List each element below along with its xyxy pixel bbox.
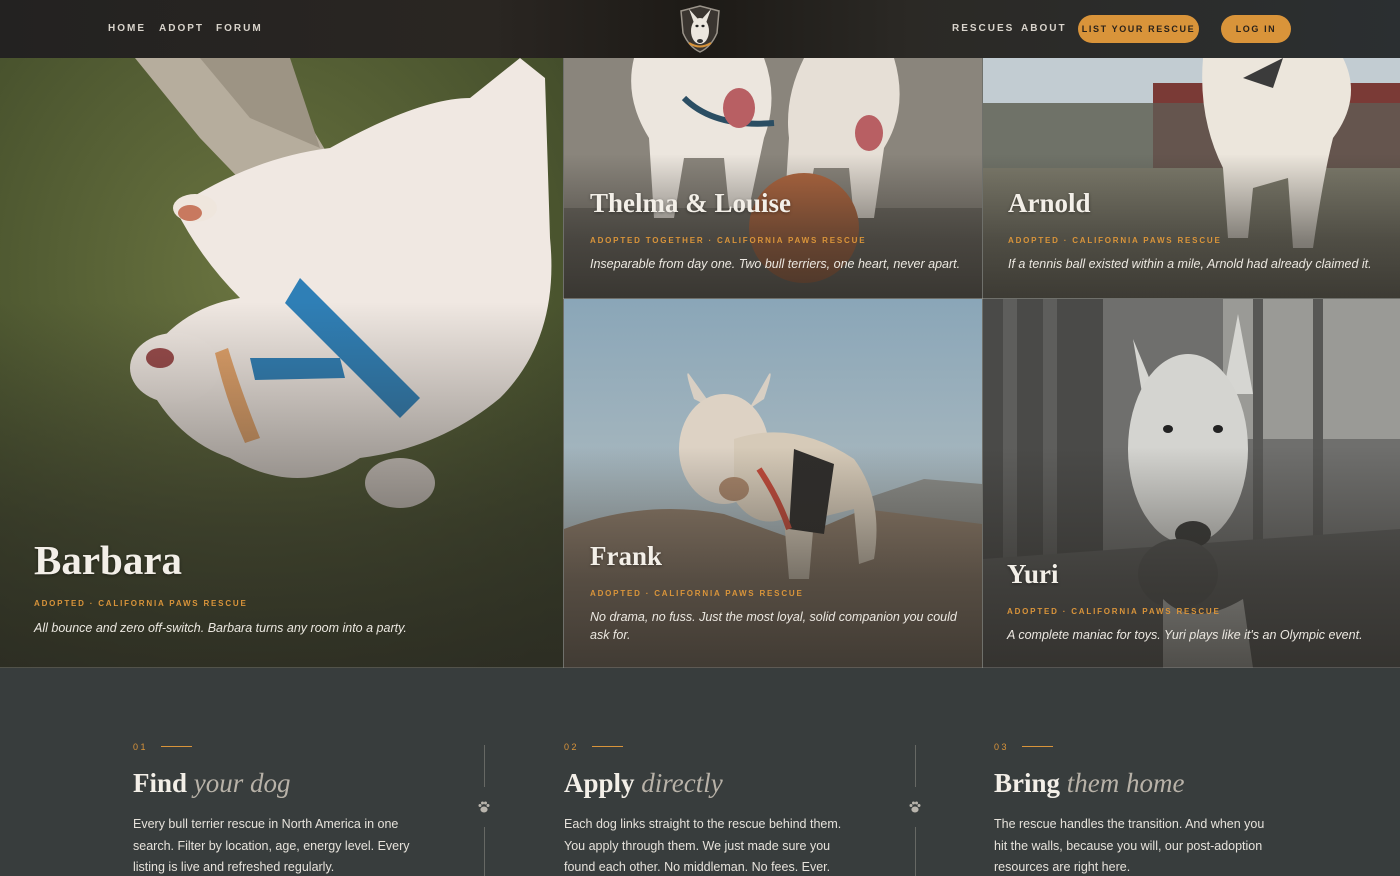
step-separator [478, 745, 490, 876]
adoption-tag: ADOPTED · CALIFORNIA PAWS RESCUE [34, 599, 248, 608]
dog-card-arnold[interactable]: Arnold ADOPTED · CALIFORNIA PAWS RESCUE … [983, 58, 1400, 298]
dog-name: Arnold [1008, 188, 1091, 218]
dog-name: Thelma & Louise [590, 188, 792, 218]
dog-card-thelma-louise[interactable]: Thelma & Louise ADOPTED TOGETHER · CALIF… [564, 58, 982, 298]
dog-description: All bounce and zero off-switch. Barbara … [34, 621, 407, 635]
step-rule [161, 746, 192, 747]
step-text: Every bull terrier rescue in North Ameri… [133, 817, 410, 874]
nav-rescues-link[interactable]: RESCUES [952, 23, 1014, 34]
adoption-tag: ADOPTED · CALIFORNIA PAWS RESCUE [1008, 236, 1222, 245]
dog-description: No drama, no fuss. Just the most loyal, … [590, 610, 957, 642]
nav-home-link[interactable]: HOME [108, 23, 146, 34]
step-text: Each dog links straight to the rescue be… [564, 817, 842, 874]
top-nav: HOME ADOPT FORUM RESCUES ABOUT LIST YOUR… [0, 0, 1400, 58]
paw-icon [909, 801, 921, 813]
step-rule [1022, 746, 1053, 747]
adoption-tag: ADOPTED TOGETHER · CALIFORNIA PAWS RESCU… [590, 236, 867, 245]
nav-forum-link[interactable]: FORUM [216, 23, 263, 34]
section-divider [0, 667, 1400, 668]
dog-card-yuri[interactable]: Yuri ADOPTED · CALIFORNIA PAWS RESCUE A … [983, 299, 1400, 668]
dog-name: Frank [590, 541, 663, 571]
paw-icon [478, 801, 490, 813]
step-title: Find your dog [133, 768, 291, 798]
step-number: 03 [994, 742, 1010, 752]
grid-divider [563, 298, 1400, 299]
step-separator [909, 745, 921, 876]
step-text: The rescue handles the transition. And w… [994, 817, 1265, 874]
dog-card-frank[interactable]: Frank ADOPTED · CALIFORNIA PAWS RESCUE N… [564, 299, 982, 668]
grid-divider [563, 58, 564, 668]
list-your-rescue-button[interactable]: LIST YOUR RESCUE [1078, 15, 1199, 43]
dog-description: A complete maniac for toys. Yuri plays l… [1007, 628, 1363, 642]
dog-description: If a tennis ball existed within a mile, … [1008, 257, 1372, 271]
adoption-tag: ADOPTED · CALIFORNIA PAWS RESCUE [1007, 607, 1221, 616]
step-title: Bring them home [994, 768, 1185, 798]
dog-description: Inseparable from day one. Two bull terri… [590, 257, 961, 271]
bull-terrier-shield-logo-icon[interactable] [675, 3, 725, 55]
dog-name: Barbara [34, 537, 183, 583]
adoption-tag: ADOPTED · CALIFORNIA PAWS RESCUE [590, 589, 804, 598]
step-number: 02 [564, 742, 580, 752]
step-rule [592, 746, 623, 747]
dog-card-barbara[interactable]: Barbara ADOPTED · CALIFORNIA PAWS RESCUE… [0, 58, 563, 668]
nav-adopt-link[interactable]: ADOPT [159, 23, 204, 34]
grid-divider [982, 58, 983, 668]
step-title: Apply directly [564, 768, 723, 798]
nav-about-link[interactable]: ABOUT [1021, 23, 1067, 34]
log-in-button[interactable]: LOG IN [1221, 15, 1291, 43]
dog-name: Yuri [1007, 559, 1059, 589]
step-number: 01 [133, 742, 149, 752]
